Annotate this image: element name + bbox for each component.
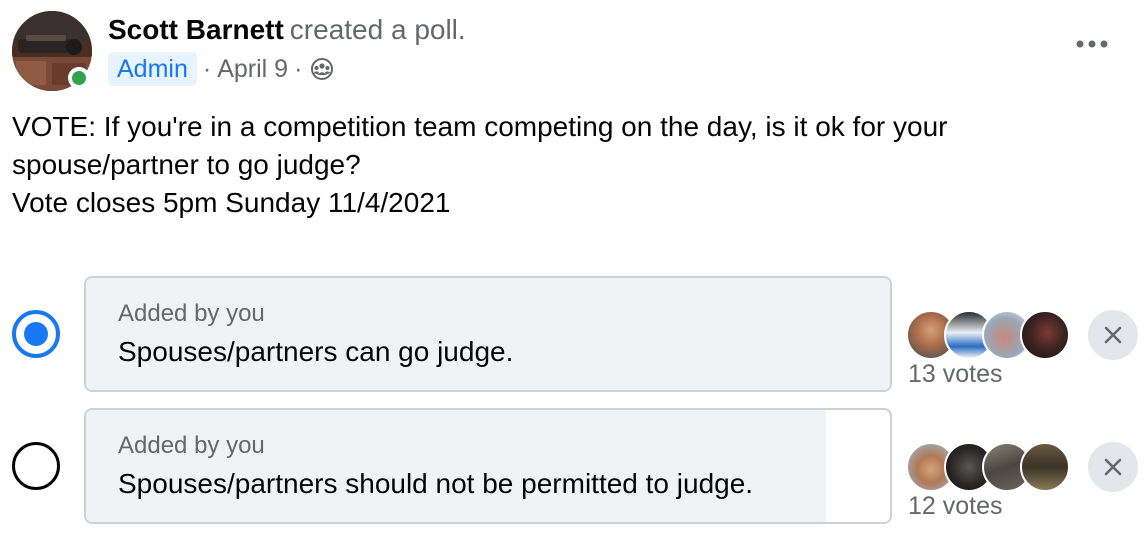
poll-option-radio-1[interactable] <box>12 310 60 358</box>
vote-count[interactable]: 13 votes <box>908 360 1003 389</box>
meta-separator: · <box>202 54 212 83</box>
author-name[interactable]: Scott Barnett <box>108 14 284 45</box>
remove-option-button[interactable] <box>1088 310 1138 360</box>
poll-option-2[interactable]: Added by you Spouses/partners should not… <box>84 408 892 524</box>
meta-separator: · <box>294 54 303 83</box>
vote-share-bar <box>86 410 826 522</box>
post-date[interactable]: April 9 <box>217 55 288 84</box>
option-label: Spouses/partners should not be permitted… <box>118 468 754 499</box>
ellipsis-icon[interactable] <box>1074 34 1110 54</box>
voter-avatars[interactable] <box>906 442 1078 492</box>
option-added-by: Added by you <box>118 432 265 459</box>
author-action: created a poll. <box>289 14 466 45</box>
admin-badge[interactable]: Admin <box>108 52 197 86</box>
vote-share-bar <box>86 278 890 390</box>
remove-option-button[interactable] <box>1088 442 1138 492</box>
group-icon[interactable] <box>310 57 334 81</box>
voter-avatar[interactable] <box>1020 442 1070 492</box>
vote-count[interactable]: 12 votes <box>908 492 1003 521</box>
poll-question-line: VOTE: If you're in a competition team co… <box>12 111 948 142</box>
online-status-indicator <box>68 67 90 89</box>
post-header: Scott Barnett created a poll. <box>108 13 466 47</box>
poll-post: Scott Barnett created a poll. Admin · Apr… <box>0 0 1148 536</box>
option-label: Spouses/partners can go judge. <box>118 336 514 367</box>
poll-option-1[interactable]: Added by you Spouses/partners can go jud… <box>84 276 892 392</box>
option-added-by: Added by you <box>118 300 265 327</box>
voter-avatar[interactable] <box>1020 310 1070 360</box>
poll-question: VOTE: If you're in a competition team co… <box>12 108 1122 222</box>
poll-option-radio-2[interactable] <box>12 442 60 490</box>
close-icon <box>1104 458 1122 476</box>
close-icon <box>1104 326 1122 344</box>
poll-question-line: spouse/partner to go judge? <box>12 149 361 180</box>
voter-avatars[interactable] <box>906 310 1078 360</box>
post-meta: Admin · April 9 · <box>108 51 334 87</box>
poll-question-line: Vote closes 5pm Sunday 11/4/2021 <box>12 187 451 218</box>
